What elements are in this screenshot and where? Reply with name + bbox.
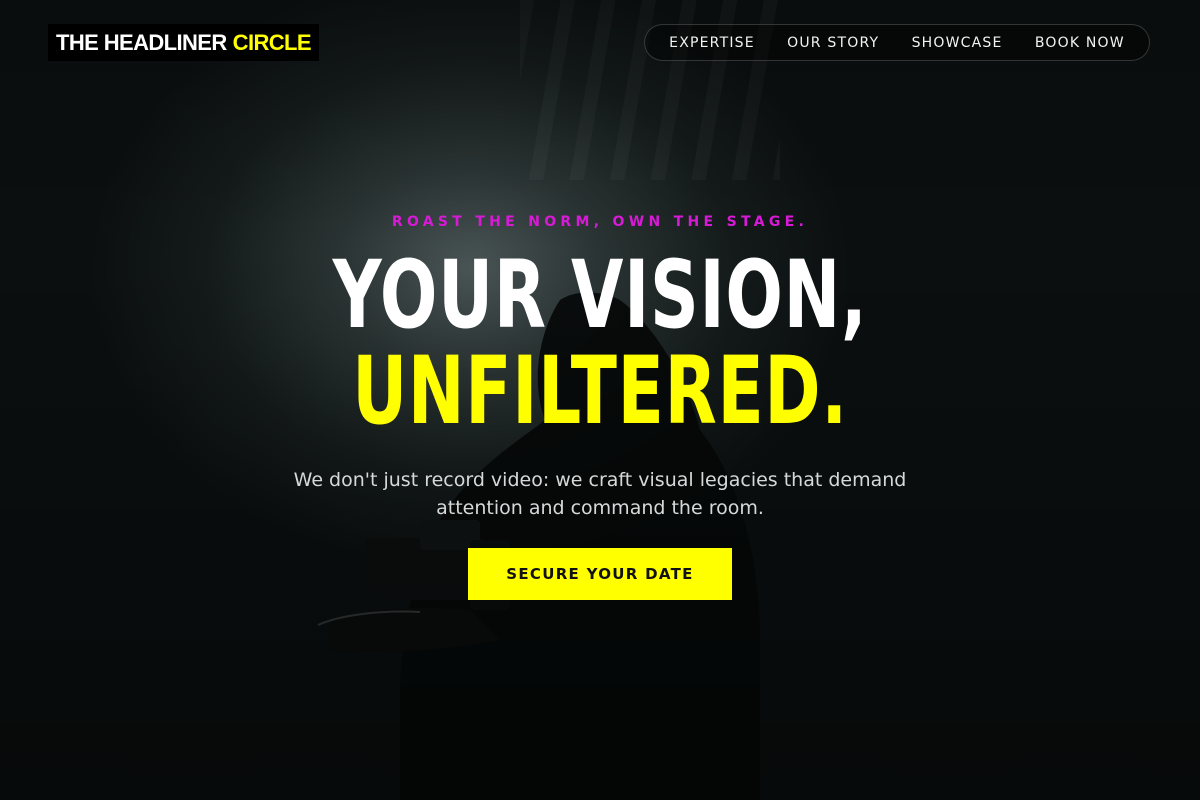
nav-link-expertise[interactable]: EXPERTISE — [669, 35, 755, 51]
hero-eyebrow: ROAST THE NORM, OWN THE STAGE. — [391, 214, 809, 230]
nav-link-showcase[interactable]: SHOWCASE — [912, 35, 1003, 51]
headline-line-2: UNFILTERED. — [352, 337, 848, 446]
hero-headline: YOUR VISION, UNFILTERED. — [0, 248, 1200, 440]
nav-link-our-story[interactable]: OUR STORY — [787, 35, 879, 51]
hero-page: THE HEADLINER CIRCLE EXPERTISE OUR STORY … — [0, 0, 1200, 800]
brand-name-accent: CIRCLE — [232, 29, 312, 55]
secure-your-date-button[interactable]: SECURE YOUR DATE — [468, 548, 732, 600]
brand-name-main: THE HEADLINER — [56, 29, 227, 55]
main-nav: EXPERTISE OUR STORY SHOWCASE BOOK NOW — [644, 24, 1150, 61]
brand-logo[interactable]: THE HEADLINER CIRCLE — [48, 24, 319, 61]
headline-line-1: YOUR VISION, — [332, 241, 868, 350]
nav-link-book-now[interactable]: BOOK NOW — [1035, 35, 1125, 51]
hero-subtext: We don't just record video: we craft vis… — [293, 469, 907, 519]
